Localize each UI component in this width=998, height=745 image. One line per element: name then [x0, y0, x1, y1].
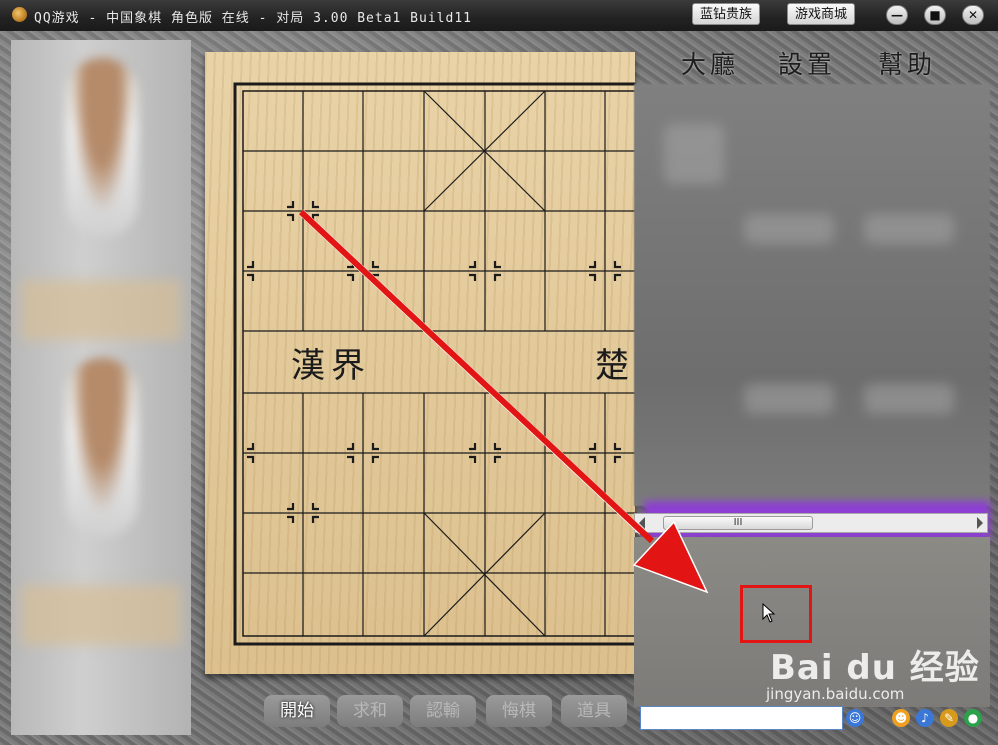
undo-button[interactable]: 悔棋: [486, 695, 552, 727]
maximize-button[interactable]: ■: [924, 5, 946, 25]
title-bar: QQ游戏 - 中国象棋 角色版 在线 - 对局 3.00 Beta1 Build…: [0, 0, 998, 31]
scroll-right-icon[interactable]: [977, 517, 983, 529]
face-icon[interactable]: ☻: [892, 709, 910, 727]
start-button[interactable]: 開始: [264, 695, 330, 727]
mouse-cursor-icon: [762, 603, 776, 623]
right-panel: 大廳 設置 幫助 III ☺ ☻ ♪ ✎ ●: [626, 31, 998, 745]
tool-icon[interactable]: ✎: [940, 709, 958, 727]
close-icon: ✕: [967, 8, 979, 22]
chat-log: [634, 537, 990, 707]
blurred-content: [664, 124, 724, 184]
player-avatar: [66, 358, 138, 538]
blurred-content: [744, 384, 834, 414]
emoticon-icon[interactable]: ☺: [846, 709, 864, 727]
scroll-left-icon[interactable]: [639, 517, 645, 529]
highlight-box: [740, 585, 812, 643]
app-icon: [12, 7, 27, 22]
river-right-label: 楚: [595, 346, 629, 386]
scrollbar-thumb[interactable]: III: [663, 516, 813, 530]
vip-button[interactable]: 蓝钻贵族: [692, 3, 761, 25]
player-panel: [11, 40, 191, 735]
blurred-content: [864, 214, 954, 244]
blurred-content: [744, 214, 834, 244]
lobby-view: [634, 84, 990, 541]
menu-lobby[interactable]: 大廳: [681, 45, 739, 81]
window-title: QQ游戏 - 中国象棋 角色版 在线 - 对局 3.00 Beta1 Build…: [34, 11, 472, 26]
opponent-avatar: [66, 58, 138, 238]
mall-button[interactable]: 游戏商城: [787, 3, 856, 25]
maximize-icon: ■: [929, 8, 941, 22]
chat-input[interactable]: [640, 706, 843, 730]
opponent-nameplate: [21, 280, 181, 340]
props-button[interactable]: 道具: [561, 695, 627, 727]
qq-icon[interactable]: ●: [964, 709, 982, 727]
minimize-icon: —: [891, 8, 903, 22]
minimize-button[interactable]: —: [886, 5, 908, 25]
river-left-label: 漢界: [291, 346, 371, 386]
close-button[interactable]: ✕: [962, 5, 984, 25]
menu-settings[interactable]: 設置: [778, 45, 836, 81]
volume-icon[interactable]: ♪: [916, 709, 934, 727]
blurred-content: [864, 384, 954, 414]
horizontal-scrollbar[interactable]: III: [634, 513, 988, 533]
board-grid: 漢界 楚: [233, 82, 635, 646]
player-nameplate: [21, 585, 181, 645]
draw-button[interactable]: 求和: [337, 695, 403, 727]
menu-help[interactable]: 幫助: [878, 45, 936, 81]
resign-button[interactable]: 認輸: [410, 695, 476, 727]
